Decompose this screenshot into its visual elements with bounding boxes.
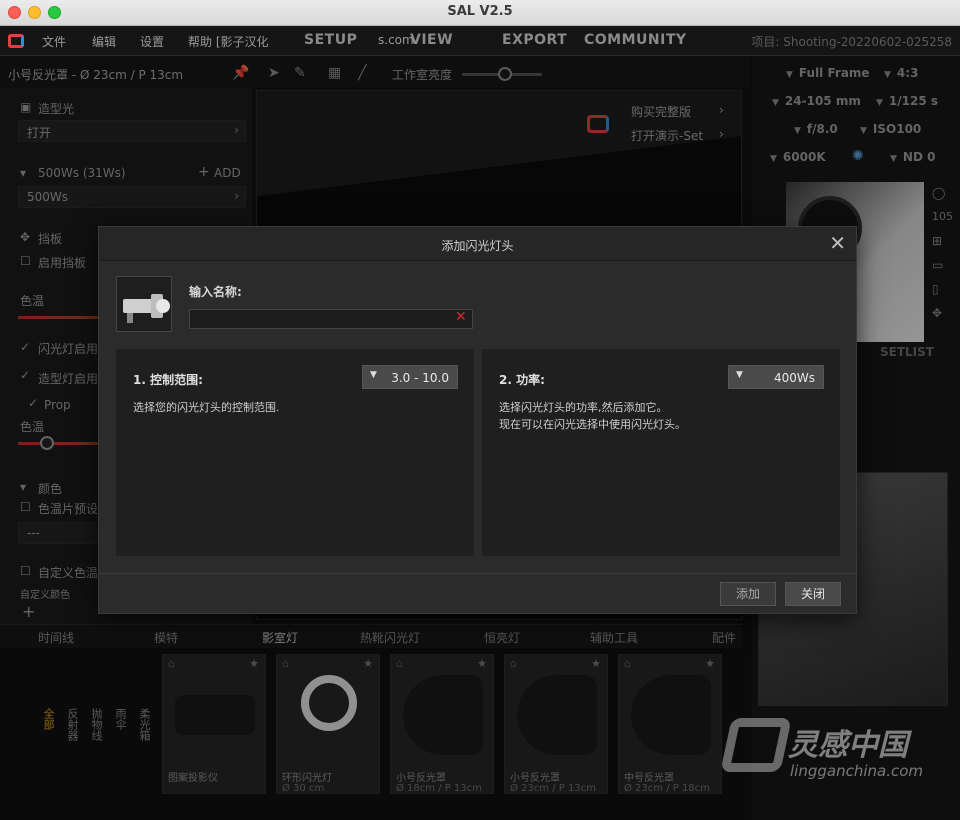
project-name: 项目: Shooting-20220602-025258 (751, 35, 952, 49)
window-title: SAL V2.5 (447, 4, 513, 19)
menubar: 文件 编辑 设置 帮助 [影子汉化 SETUP s.com VIEW EXPOR… (0, 26, 960, 56)
menu-partial-text: s.com (378, 33, 414, 47)
power-title: 2. 功率: (499, 373, 545, 387)
menu-settings[interactable]: 设置 (140, 33, 164, 50)
dialog-footer: 添加 关闭 (99, 573, 856, 613)
add-button[interactable]: 添加 (720, 582, 776, 606)
range-description: 选择您的闪光灯头的控制范围. (133, 401, 280, 414)
nav-view[interactable]: VIEW (410, 32, 453, 48)
menu-help[interactable]: 帮助 [影子汉化 (188, 33, 269, 50)
add-flash-head-dialog: 添加闪光灯头 ✕ 输入名称: ✕ 1. 控制范围: ▼ 3.0 - 10.0 选… (98, 226, 857, 614)
power-section: 2. 功率: ▼ 400Ws 选择闪光灯头的功率,然后添加它。 现在可以在闪光选… (482, 349, 840, 556)
range-select[interactable]: ▼ 3.0 - 10.0 (362, 365, 458, 389)
power-desc-line-2: 现在可以在闪光选择中使用闪光灯头。 (499, 418, 686, 431)
range-value: 3.0 - 10.0 (391, 371, 449, 385)
clear-input-icon[interactable]: ✕ (455, 309, 467, 325)
nav-community[interactable]: COMMUNITY (584, 32, 687, 48)
caret-down-icon: ▼ (736, 370, 743, 380)
dialog-title: 添加闪光灯头 (441, 239, 514, 253)
close-icon[interactable]: ✕ (829, 231, 846, 255)
power-description: 选择闪光灯头的功率,然后添加它。 现在可以在闪光选择中使用闪光灯头。 (499, 399, 686, 433)
nav-export[interactable]: EXPORT (502, 32, 567, 48)
window-titlebar: SAL V2.5 (0, 0, 960, 26)
flash-head-icon (116, 276, 172, 332)
power-select[interactable]: ▼ 400Ws (728, 365, 824, 389)
range-section: 1. 控制范围: ▼ 3.0 - 10.0 选择您的闪光灯头的控制范围. (116, 349, 474, 556)
dialog-header: 添加闪光灯头 ✕ (99, 227, 856, 261)
app-logo-icon (8, 34, 24, 48)
name-label: 输入名称: (189, 285, 242, 299)
menu-file[interactable]: 文件 (42, 33, 66, 50)
flash-name-input[interactable] (189, 309, 473, 329)
close-button[interactable]: 关闭 (785, 582, 841, 606)
power-desc-line-1: 选择闪光灯头的功率,然后添加它。 (499, 401, 668, 414)
caret-down-icon: ▼ (370, 370, 377, 380)
power-value: 400Ws (773, 371, 815, 385)
menu-edit[interactable]: 编辑 (92, 33, 116, 50)
nav-setup[interactable]: SETUP (304, 32, 357, 48)
range-title: 1. 控制范围: (133, 373, 203, 387)
